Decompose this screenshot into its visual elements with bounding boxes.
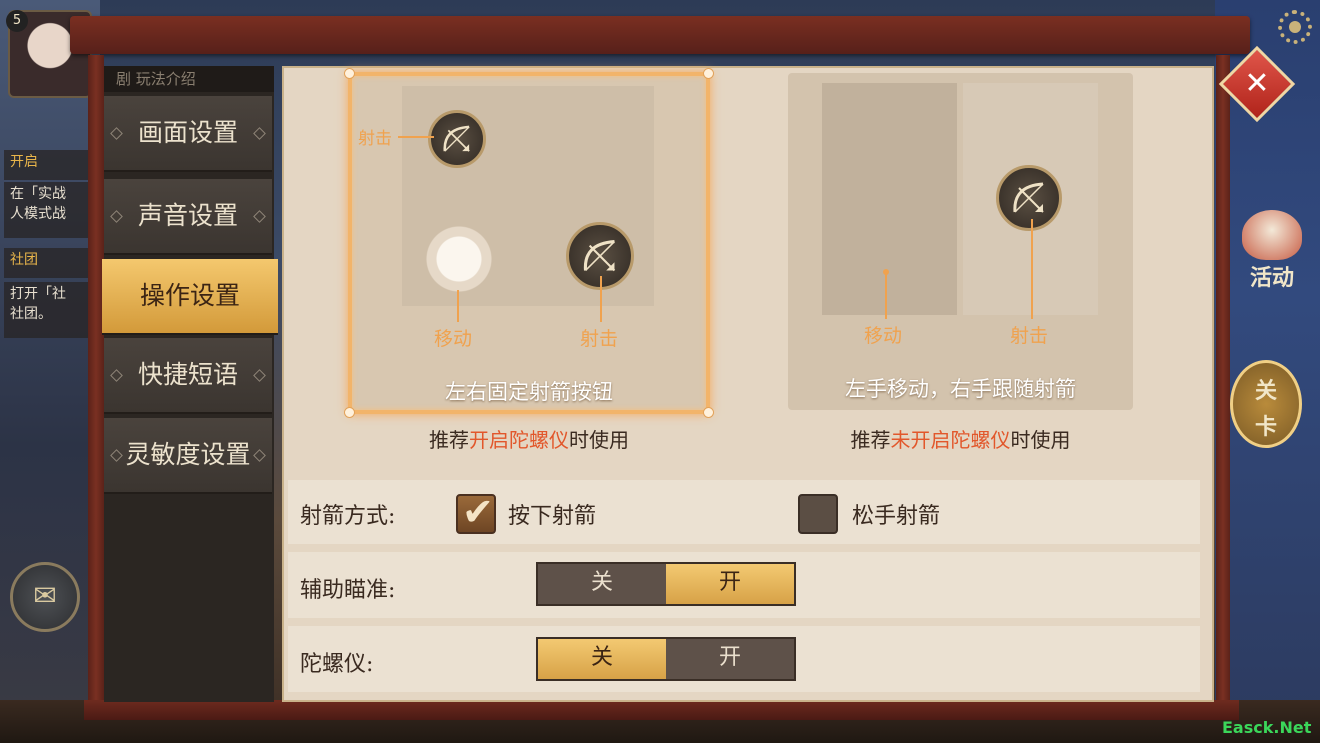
bg-note-1: 在「实战 人模式战 [4,182,100,238]
close-icon: ✕ [1244,66,1270,101]
recommend-prefix: 推荐 [429,428,469,452]
callout-line [600,276,602,322]
callout-line [885,273,887,319]
shoot-mode-row [288,480,1200,544]
tab-quick-phrases[interactable]: 快捷短语 [104,338,272,414]
recommend-highlight: 未开启陀螺仪 [890,428,1011,452]
aim-assist-label: 辅助瞄准: [300,578,396,603]
sidebar-header: 剧 玩法介绍 [104,66,274,92]
move-label: 移动 [864,325,903,347]
left-screen-zone [822,83,957,315]
shoot-mode-label: 射箭方式: [300,504,396,529]
shoot-label-top: 射击 [358,129,392,149]
callout-line [398,136,434,138]
release-shoot-label[interactable]: 松手射箭 [852,498,940,530]
gear-icon[interactable] [1278,10,1312,44]
move-joystick-icon [424,224,494,294]
frame-top-bar [70,16,1250,54]
recommend-fixed: 推荐开启陀螺仪时使用 [348,424,710,453]
bg-note-2: 打开「社 社团。 [4,282,100,338]
frame-right-rail [1216,55,1230,705]
watermark: Easck.Net [1222,718,1312,737]
shoot-bow-icon-top [428,110,486,168]
activity-button[interactable]: 活动 [1236,210,1308,300]
gyroscope-off-button[interactable]: 关 [538,639,666,679]
press-shoot-checkbox[interactable] [456,490,496,534]
mode-card-fixed[interactable]: 射击 移动 射击 左右固定射箭按钮 [344,68,714,418]
recommend-prefix: 推荐 [850,428,891,452]
activity-label: 活动 [1249,265,1294,291]
level-badge: 5 [6,10,28,32]
recommend-highlight: 开启陀螺仪 [469,428,569,452]
frame-bottom-bar [84,700,1239,720]
gyroscope-toggle[interactable]: 关 开 [536,637,796,681]
shoot-label: 射击 [1010,325,1049,347]
recommend-follow: 推荐未开启陀螺仪时使用 [788,424,1133,453]
bg-note-tag-1: 开启 [4,150,100,180]
mode-title-fixed: 左右固定射箭按钮 [445,380,613,404]
mode-card-follow[interactable]: 移动 射击 左手移动，右手跟随射箭 [788,73,1133,410]
gyroscope-on-button[interactable]: 开 [666,639,794,679]
shoot-label: 射击 [580,328,619,350]
corner-dot [703,68,714,79]
press-shoot-label[interactable]: 按下射箭 [508,498,596,530]
recommend-suffix: 时使用 [569,428,629,452]
corner-dot [344,407,355,418]
callout-line [1031,219,1033,319]
mail-icon: ✉ [33,579,57,612]
recommend-suffix: 时使用 [1010,428,1071,452]
level-button[interactable]: 关 卡 [1230,360,1302,448]
gyroscope-label: 陀螺仪: [300,652,374,677]
tab-sensitivity-settings[interactable]: 灵敏度设置 [104,418,272,494]
aim-assist-off-button[interactable]: 关 [538,564,666,604]
shoot-bow-icon [996,165,1062,231]
tab-control-settings[interactable]: 操作设置 [102,259,278,335]
aim-assist-on-button[interactable]: 开 [666,564,794,604]
move-label: 移动 [434,328,473,350]
activity-icon [1242,210,1302,260]
corner-dot [344,68,355,79]
release-shoot-checkbox[interactable] [798,494,838,534]
aim-assist-toggle[interactable]: 关 开 [536,562,796,606]
frame-left-rail [88,55,104,705]
corner-dot [703,407,714,418]
bg-note-tag-2: 社团 [4,248,100,278]
mode-title-follow: 左手移动，右手跟随射箭 [845,377,1076,401]
callout-line [457,290,459,322]
tab-sound-settings[interactable]: 声音设置 [104,179,272,255]
tab-display-settings[interactable]: 画面设置 [104,96,272,172]
mail-button[interactable]: ✉ [10,562,80,632]
